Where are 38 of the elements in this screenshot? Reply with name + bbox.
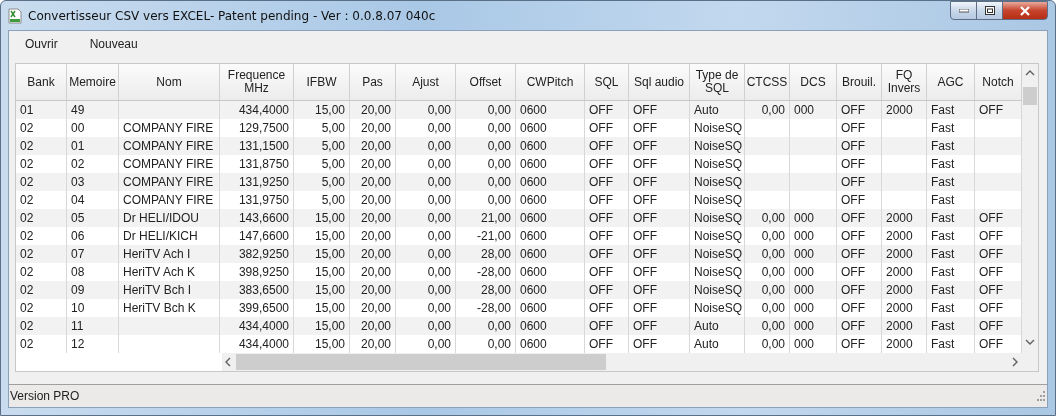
scrollbar-thumb[interactable] [236,354,606,370]
minimize-button[interactable] [950,1,977,20]
scroll-right-icon[interactable] [1010,357,1020,367]
vertical-scrollbar[interactable] [1022,64,1038,371]
column-header[interactable]: DCS [790,64,837,100]
column-header[interactable]: Memoire [67,64,119,100]
column-header[interactable]: Brouil. [837,64,882,100]
column-header[interactable]: Sql audio [629,64,690,100]
column-header[interactable]: Frequence MHz [220,64,294,100]
column-header[interactable]: Pas [350,64,396,100]
close-icon [1019,5,1031,16]
status-text: Version PRO [10,389,80,403]
close-button[interactable] [1002,1,1048,20]
window-title: Convertisseur CSV vers EXCEL- Patent pending - Ver : 0.0.8.07 040c [28,8,436,23]
horizontal-scrollbar[interactable] [222,353,1022,371]
table-cell: 02 [16,335,67,353]
column-header[interactable]: CWPitch [516,64,585,100]
column-header[interactable]: Ajust [396,64,456,100]
spreadsheet-icon [8,7,22,24]
column-header[interactable]: Type de SQL [690,64,745,100]
column-header[interactable]: IFBW [294,64,350,100]
column-header[interactable]: Nom [119,64,220,100]
column-header[interactable]: SQL [585,64,629,100]
minimize-icon [958,8,969,13]
menu-item[interactable]: Ouvrir [17,37,74,51]
column-header[interactable]: CTCSS [745,64,790,100]
menu-item[interactable]: Nouveau [81,37,154,51]
maximize-button[interactable] [976,1,1003,20]
column-header[interactable]: Bank [16,64,67,100]
scroll-down-icon[interactable] [1025,337,1035,347]
column-header[interactable]: Offset [456,64,516,100]
maximize-icon [984,6,995,15]
table-cell: 12 [67,335,119,353]
column-header[interactable]: AGC [927,64,975,100]
scrollbar-thumb[interactable] [1023,87,1037,105]
size-grip-icon[interactable] [1035,391,1045,401]
scroll-up-icon[interactable] [1025,68,1035,78]
column-header[interactable]: FQ Invers [882,64,927,100]
